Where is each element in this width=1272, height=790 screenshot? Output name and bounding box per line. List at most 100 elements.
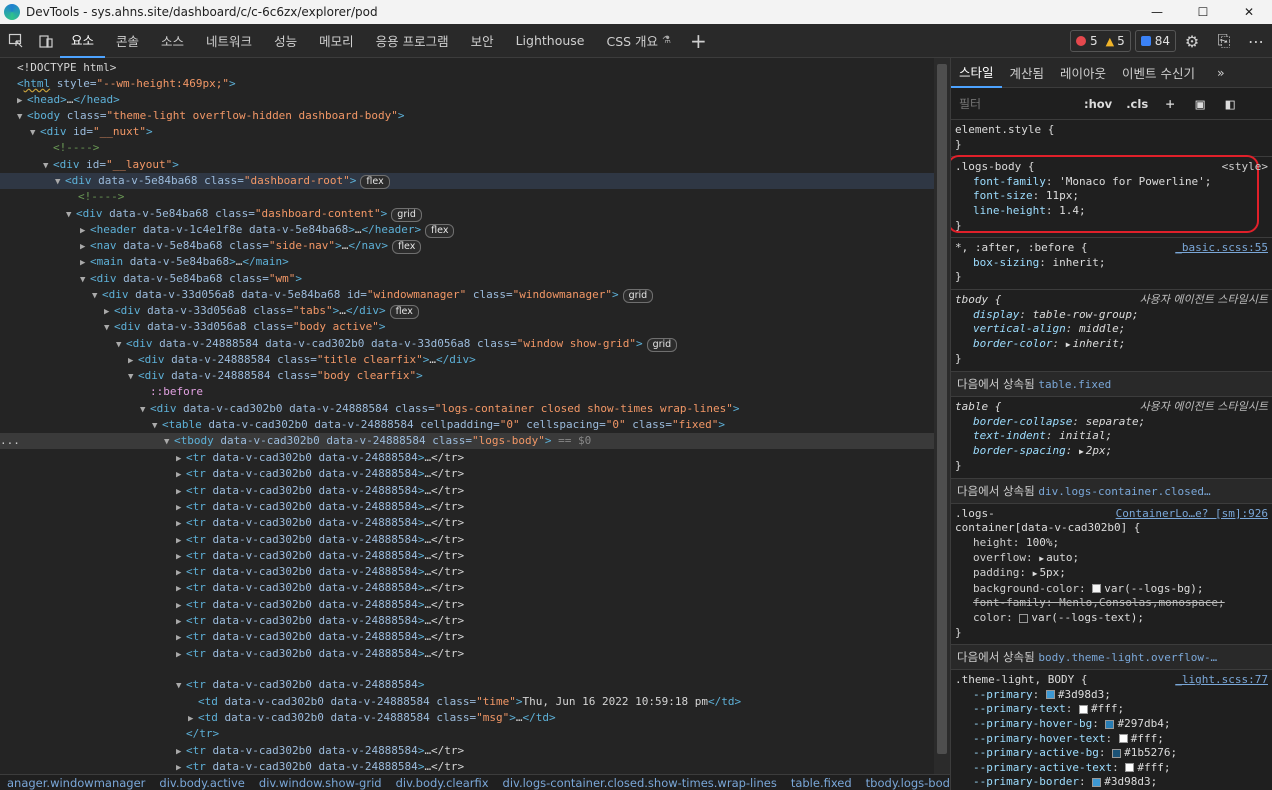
- rule-logs-container[interactable]: .logs- ContainerLo…e? [sm]:926 container…: [951, 504, 1272, 646]
- dom-node-title[interactable]: ▶ <div data-v-24888584 class="title clear…: [128, 352, 934, 368]
- dom-node-tabs[interactable]: ▶ <div data-v-33d056a8 class="tabs">…</di…: [104, 303, 934, 319]
- expand-triangle-icon[interactable]: ▶: [176, 581, 186, 597]
- expand-triangle-icon[interactable]: ▶: [1039, 554, 1044, 563]
- add-tab-icon[interactable]: +: [682, 29, 715, 53]
- tab-elements[interactable]: 요소: [60, 24, 106, 58]
- rule-logs-body[interactable]: .logs-body { <style> font-family: 'Monac…: [951, 155, 1272, 239]
- breadcrumb-item[interactable]: div.body.clearfix: [389, 776, 496, 790]
- tab-lighthouse[interactable]: Lighthouse: [505, 24, 596, 58]
- inherited-selector[interactable]: body.theme-light.overflow-…: [1038, 651, 1217, 664]
- hov-toggle-button[interactable]: :hov: [1077, 97, 1119, 111]
- dom-node-table[interactable]: ▼ <table data-v-cad302b0 data-v-24888584 …: [152, 417, 934, 433]
- dom-node-tr[interactable]: ▶ <tr data-v-cad302b0 data-v-24888584>…</…: [176, 613, 934, 629]
- dom-node-tr[interactable]: ▶ <tr data-v-cad302b0 data-v-24888584>…</…: [176, 580, 934, 596]
- color-swatch[interactable]: [1125, 763, 1135, 773]
- rule-source[interactable]: <style>: [1222, 160, 1268, 175]
- dom-node-tr[interactable]: ▶ <tr data-v-cad302b0 data-v-24888584>…</…: [176, 450, 934, 466]
- elements-scrollbar[interactable]: [934, 58, 950, 774]
- tab-security[interactable]: 보안: [460, 24, 505, 58]
- dom-node-tr[interactable]: ▶ <tr data-v-cad302b0 data-v-24888584>…</…: [176, 646, 934, 662]
- dom-node-header[interactable]: ▶ <header data-v-1c4e1f8e data-v-5e84ba68…: [80, 222, 934, 238]
- expand-triangle-icon[interactable]: ▶: [17, 93, 27, 109]
- rule-theme-light[interactable]: .theme-light, BODY { _light.scss:77 --pr…: [951, 670, 1272, 790]
- breadcrumb-item[interactable]: div.logs-container.closed.show-times.wra…: [496, 776, 784, 790]
- dom-node-comment-2[interactable]: <!---->: [78, 189, 934, 205]
- dom-node-head[interactable]: ▶ <head>…</head>: [17, 92, 934, 108]
- dom-node-tr[interactable]: ▶ <tr data-v-cad302b0 data-v-24888584>…</…: [176, 515, 934, 531]
- cls-toggle-button[interactable]: .cls: [1119, 97, 1155, 111]
- style-property[interactable]: --primary-hover-text: #fff;: [955, 732, 1268, 747]
- expand-triangle-icon[interactable]: ▶: [176, 647, 186, 663]
- expand-triangle-icon[interactable]: ▶: [1079, 447, 1084, 456]
- dom-node-windowmanager[interactable]: ▼ <div data-v-33d056a8 data-v-5e84ba68 id…: [92, 287, 934, 303]
- color-swatch[interactable]: [1118, 734, 1128, 744]
- more-options-icon[interactable]: ⋯: [1240, 28, 1272, 54]
- tab-console[interactable]: 콘솔: [105, 24, 150, 58]
- flex-badge[interactable]: flex: [425, 224, 455, 238]
- color-swatch[interactable]: [1045, 690, 1055, 700]
- style-property[interactable]: color: var(--logs-text);: [955, 611, 1268, 626]
- breadcrumb-item[interactable]: div.window.show-grid: [252, 776, 389, 790]
- breadcrumb-item[interactable]: table.fixed: [784, 776, 859, 790]
- dom-node-layout[interactable]: ▼ <div id="__layout">: [43, 157, 934, 173]
- rule-source-link[interactable]: ContainerLo…e? [sm]:926: [1116, 507, 1268, 522]
- rule-tbody[interactable]: tbody { 사용자 에이전트 스타일시트 display: table-ro…: [951, 290, 1272, 372]
- dom-node-tr[interactable]: ▶ <tr data-v-cad302b0 data-v-24888584>…</…: [176, 548, 934, 564]
- tab-computed[interactable]: 계산됨: [1002, 58, 1053, 88]
- style-property[interactable]: padding: ▶ 5px;: [955, 566, 1268, 582]
- dom-node-tr[interactable]: ▶ <tr data-v-cad302b0 data-v-24888584>…</…: [176, 466, 934, 482]
- breadcrumb-item[interactable]: div.body.active: [152, 776, 251, 790]
- inherited-selector[interactable]: table.fixed: [1038, 378, 1111, 391]
- dom-node-before[interactable]: ::before: [150, 384, 934, 400]
- dom-node-tr[interactable]: ▶ <tr data-v-cad302b0 data-v-24888584>…</…: [176, 743, 934, 759]
- grid-badge[interactable]: grid: [391, 208, 422, 222]
- expand-triangle-icon[interactable]: ▶: [176, 630, 186, 646]
- tab-performance[interactable]: 성능: [263, 24, 308, 58]
- expand-triangle-icon[interactable]: ▶: [176, 516, 186, 532]
- expand-triangle-icon[interactable]: ▶: [176, 614, 186, 630]
- tab-layout[interactable]: 레이아웃: [1052, 58, 1114, 88]
- inspect-element-icon[interactable]: [2, 29, 30, 53]
- dom-node-comment[interactable]: <!---->: [53, 140, 934, 156]
- flex-badge[interactable]: flex: [360, 175, 390, 189]
- dom-node-main[interactable]: ▶ <main data-v-5e84ba68>…</main>: [80, 254, 934, 270]
- dom-node-tr[interactable]: ▶ <tr data-v-cad302b0 data-v-24888584>…</…: [176, 483, 934, 499]
- elements-tree[interactable]: <!DOCTYPE html> <html style="--wm-height…: [0, 58, 934, 774]
- collapse-triangle-icon[interactable]: ▼: [17, 109, 27, 125]
- dom-node-doctype[interactable]: <!DOCTYPE html>: [17, 60, 934, 76]
- tab-network[interactable]: 네트워크: [195, 24, 263, 58]
- color-swatch[interactable]: [1078, 704, 1088, 714]
- style-property[interactable]: height: 100%;: [955, 536, 1268, 551]
- dom-node-dashboard-content[interactable]: ▼ <div data-v-5e84ba68 class="dashboard-c…: [66, 206, 934, 222]
- dom-node-tr[interactable]: ▶ <tr data-v-cad302b0 data-v-24888584>…</…: [176, 597, 934, 613]
- issues-counter[interactable]: 84: [1134, 30, 1176, 52]
- customize-devtools-icon[interactable]: ⎘: [1208, 28, 1240, 54]
- device-emulation-icon[interactable]: [32, 29, 60, 53]
- tab-memory[interactable]: 메모리: [308, 24, 365, 58]
- toggle-sidebar-icon[interactable]: ◧: [1215, 93, 1245, 115]
- color-swatch[interactable]: [1112, 748, 1122, 758]
- rule-element-style[interactable]: element.style { }: [951, 120, 1272, 158]
- color-swatch[interactable]: [1092, 584, 1102, 594]
- style-property[interactable]: --primary-hover-bg: #297db4;: [955, 717, 1268, 732]
- color-swatch[interactable]: [1092, 777, 1102, 787]
- dom-node-tr[interactable]: ▶ <tr data-v-cad302b0 data-v-24888584>…</…: [176, 629, 934, 645]
- style-property[interactable]: --primary-active-text: #fff;: [955, 761, 1268, 776]
- style-property[interactable]: line-height: 1.4;: [955, 204, 1268, 219]
- tab-event-listeners[interactable]: 이벤트 수신기: [1114, 58, 1203, 88]
- dom-node-td-msg[interactable]: ▶ <td data-v-cad302b0 data-v-24888584 cla…: [188, 710, 934, 726]
- tab-application[interactable]: 응용 프로그램: [365, 24, 460, 58]
- rule-source-link[interactable]: _light.scss:77: [1175, 673, 1268, 688]
- expand-triangle-icon[interactable]: ▶: [176, 760, 186, 774]
- breadcrumb-item-active[interactable]: tbody.logs-body: [859, 776, 950, 790]
- style-property[interactable]: background-color: var(--logs-bg);: [955, 582, 1268, 597]
- grid-badge[interactable]: grid: [646, 338, 678, 352]
- minimize-button[interactable]: —: [1134, 0, 1180, 24]
- tab-css-overview[interactable]: CSS 개요 ⚗: [595, 24, 682, 58]
- style-property[interactable]: --primary-active-bg: #1b5276;: [955, 746, 1268, 761]
- dom-node-window[interactable]: ▼ <div data-v-24888584 data-v-cad302b0 da…: [116, 336, 934, 352]
- dom-node-body-active[interactable]: ▼ <div data-v-33d056a8 class="body active…: [104, 319, 934, 335]
- dom-node-tr[interactable]: ▶ <tr data-v-cad302b0 data-v-24888584>…</…: [176, 499, 934, 515]
- toggle-rendering-emulations-icon[interactable]: ▣: [1185, 93, 1215, 115]
- dom-node-nav[interactable]: ▶ <nav data-v-5e84ba68 class="side-nav">……: [80, 238, 934, 254]
